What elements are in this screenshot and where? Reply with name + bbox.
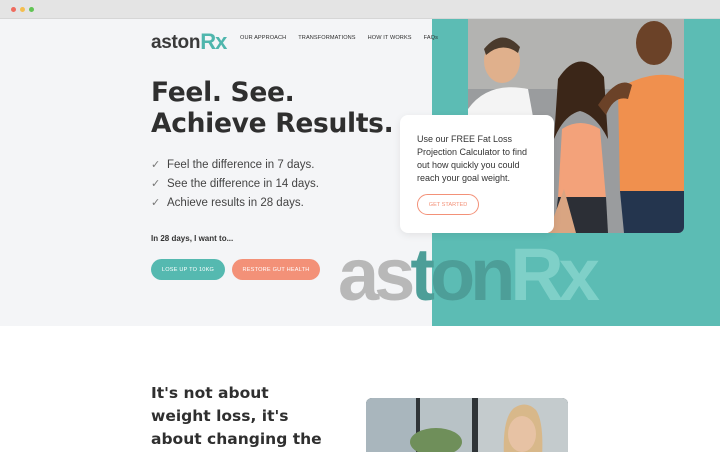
section-heading: It's not about weight loss, it's about c… [151, 384, 322, 448]
hero-section: astonRx OUR APPROACH TRANSFORMATIONS HOW… [0, 19, 720, 326]
checkmark-icon: ✓ [151, 197, 161, 209]
watermark-part-3: Rx [510, 233, 600, 316]
benefit-text: Feel the difference in 7 days. [167, 158, 315, 171]
maximize-window-button[interactable] [29, 7, 34, 12]
section-photo [366, 398, 568, 452]
logo-rx-mark: Rx [200, 29, 227, 54]
headline-line-1: Feel. See. [151, 77, 295, 108]
close-window-button[interactable] [11, 7, 16, 12]
watermark-part-1: as [338, 233, 415, 316]
minimize-window-button[interactable] [20, 7, 25, 12]
nav-link-transformations[interactable]: TRANSFORMATIONS [298, 35, 355, 41]
nav-link-our-approach[interactable]: OUR APPROACH [240, 35, 286, 41]
benefit-item: ✓ Feel the difference in 7 days. [151, 155, 319, 174]
logo-wordmark: aston [151, 32, 201, 53]
restore-gut-health-button[interactable]: RESTORE GUT HEALTH [232, 259, 320, 280]
checkmark-icon: ✓ [151, 159, 161, 171]
benefit-text: See the difference in 14 days. [167, 177, 319, 190]
benefit-item: ✓ See the difference in 14 days. [151, 174, 319, 193]
watermark-part-2: ton [410, 233, 515, 316]
brand-watermark: astonRx [338, 233, 600, 316]
woman-photo-illustration [366, 398, 568, 452]
headline-line-2: Achieve Results. [151, 108, 394, 139]
hero-headline: Feel. See. Achieve Results. [151, 77, 394, 139]
nav-link-faqs[interactable]: FAQs [424, 35, 438, 41]
site-logo[interactable]: astonRx [151, 28, 227, 54]
lose-weight-button[interactable]: LOSE UP TO 10KG [151, 259, 225, 280]
benefit-text: Achieve results in 28 days. [167, 196, 304, 209]
goal-prompt: In 28 days, I want to... [151, 234, 234, 243]
benefit-list: ✓ Feel the difference in 7 days. ✓ See t… [151, 155, 319, 212]
main-nav: OUR APPROACH TRANSFORMATIONS HOW IT WORK… [240, 35, 438, 41]
checkmark-icon: ✓ [151, 178, 161, 190]
calculator-callout-card: Use our FREE Fat Loss Projection Calcula… [400, 115, 554, 233]
browser-chrome [0, 0, 720, 19]
callout-text: Use our FREE Fat Loss Projection Calcula… [417, 134, 528, 183]
get-started-button[interactable]: GET STARTED [417, 194, 479, 215]
benefit-item: ✓ Achieve results in 28 days. [151, 193, 319, 212]
nav-link-how-it-works[interactable]: HOW IT WORKS [368, 35, 412, 41]
